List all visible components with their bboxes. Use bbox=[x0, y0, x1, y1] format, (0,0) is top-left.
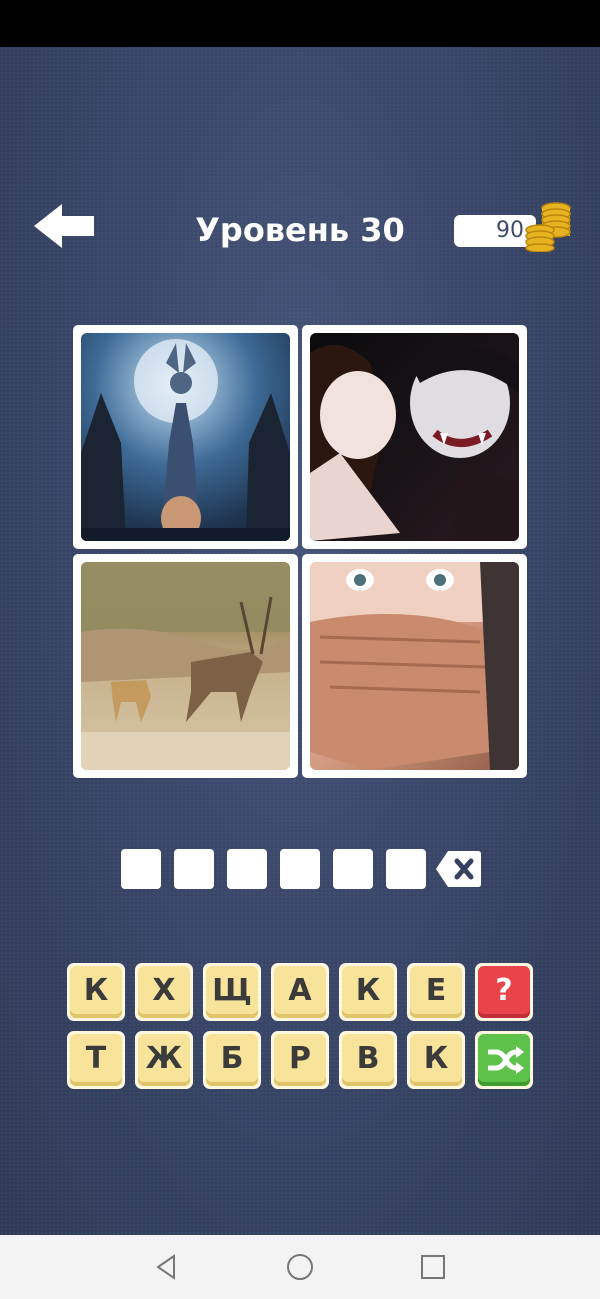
letter-key-label: Е bbox=[410, 966, 462, 1018]
answer-slot[interactable] bbox=[227, 849, 267, 889]
letter-key-label: К bbox=[410, 1034, 462, 1086]
letter-key-label: Б bbox=[206, 1034, 258, 1086]
letter-key-label: К bbox=[70, 966, 122, 1018]
vampire-bite-picture bbox=[310, 333, 519, 541]
hint-button[interactable]: ? bbox=[475, 963, 533, 1021]
picture-tile-3[interactable] bbox=[73, 554, 298, 778]
letter-key[interactable]: Ж bbox=[135, 1031, 193, 1089]
letter-key[interactable]: Щ bbox=[203, 963, 261, 1021]
answer-slot[interactable] bbox=[280, 849, 320, 889]
letter-key[interactable]: В bbox=[339, 1031, 397, 1089]
picture-grid bbox=[73, 325, 527, 778]
letter-key-label: В bbox=[342, 1034, 394, 1086]
letter-key-label: Т bbox=[70, 1034, 122, 1086]
answer-slot[interactable] bbox=[121, 849, 161, 889]
letter-key[interactable]: А bbox=[271, 963, 329, 1021]
answer-slot[interactable] bbox=[386, 849, 426, 889]
answer-slot[interactable] bbox=[333, 849, 373, 889]
picture-tile-2[interactable] bbox=[302, 325, 527, 549]
picture-tile-4[interactable] bbox=[302, 554, 527, 778]
letter-key-label: Щ bbox=[206, 966, 258, 1018]
nav-home-icon[interactable] bbox=[285, 1252, 315, 1282]
letter-key[interactable]: Е bbox=[407, 963, 465, 1021]
question-icon: ? bbox=[478, 966, 530, 1018]
picture-tile-1[interactable] bbox=[73, 325, 298, 549]
shuffle-icon bbox=[478, 1034, 530, 1086]
letter-key[interactable]: К bbox=[339, 963, 397, 1021]
antelope-chase-picture bbox=[81, 562, 290, 770]
letter-key[interactable]: К bbox=[67, 963, 125, 1021]
letter-key-label: К bbox=[342, 966, 394, 1018]
letter-key[interactable]: Х bbox=[135, 963, 193, 1021]
shuffle-button[interactable] bbox=[475, 1031, 533, 1089]
arrow-left-icon bbox=[34, 204, 94, 248]
answer-slot[interactable] bbox=[174, 849, 214, 889]
nav-recents-icon[interactable] bbox=[418, 1252, 448, 1282]
navigation-bar bbox=[0, 1235, 600, 1299]
backspace-icon bbox=[436, 851, 481, 887]
letter-key-label: Ж bbox=[138, 1034, 190, 1086]
letter-key[interactable]: К bbox=[407, 1031, 465, 1089]
letter-key[interactable]: Т bbox=[67, 1031, 125, 1089]
letter-key-label: Р bbox=[274, 1034, 326, 1086]
letter-key-label: Х bbox=[138, 966, 190, 1018]
coins-icon[interactable] bbox=[522, 200, 574, 253]
back-button[interactable] bbox=[30, 200, 98, 252]
level-title: Уровень 30 bbox=[195, 211, 405, 249]
backspace-button[interactable] bbox=[434, 849, 482, 889]
covered-mouth-picture bbox=[310, 562, 519, 770]
letter-key-label: А bbox=[274, 966, 326, 1018]
dark-ritual-picture bbox=[81, 333, 290, 541]
letter-key[interactable]: Р bbox=[271, 1031, 329, 1089]
status-bar bbox=[0, 0, 600, 47]
letter-key[interactable]: Б bbox=[203, 1031, 261, 1089]
nav-back-icon[interactable] bbox=[152, 1252, 182, 1282]
